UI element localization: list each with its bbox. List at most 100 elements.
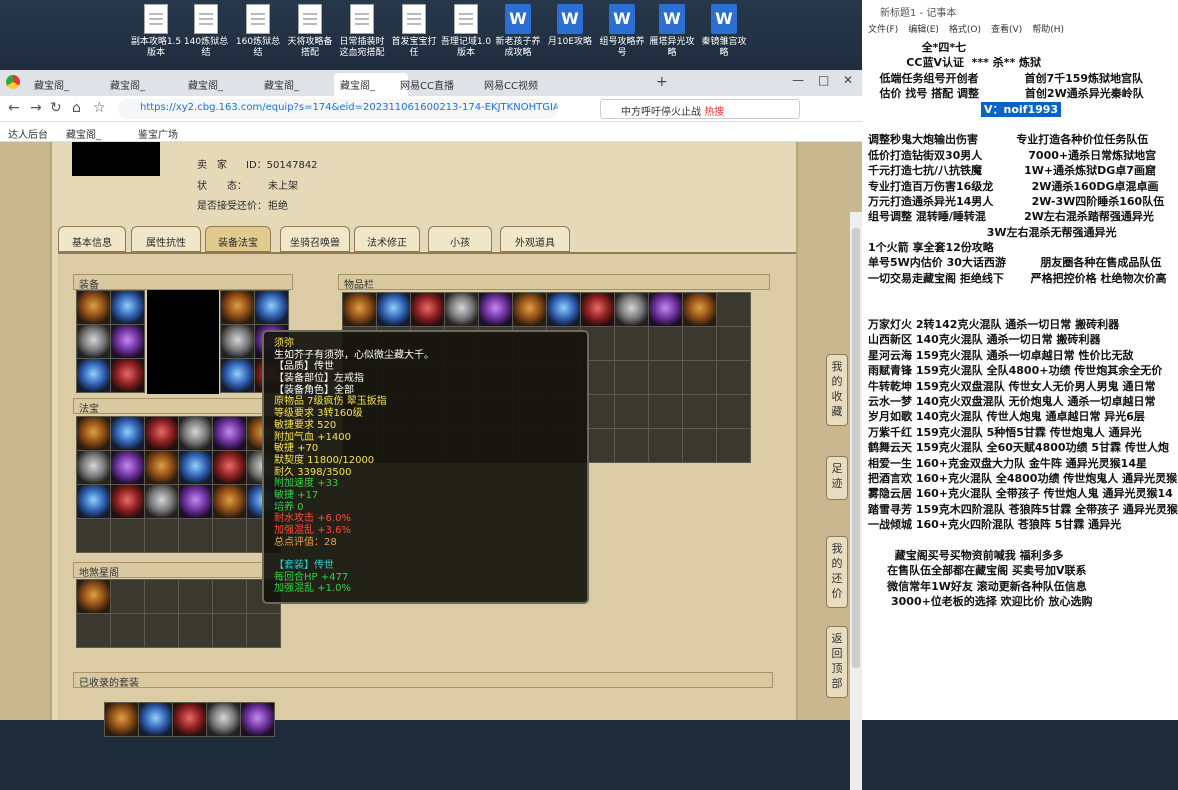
- new-tab-icon[interactable]: +: [656, 74, 668, 90]
- item-slot[interactable]: [513, 293, 546, 326]
- empty-slot[interactable]: [77, 614, 110, 647]
- side-button[interactable]: 返回顶部: [826, 626, 848, 698]
- item-slot[interactable]: [77, 325, 110, 358]
- item-slot[interactable]: [445, 293, 478, 326]
- item-slot[interactable]: [343, 293, 376, 326]
- item-slot[interactable]: [179, 417, 212, 450]
- item-slot[interactable]: [179, 451, 212, 484]
- item-slot[interactable]: [581, 293, 614, 326]
- item-slot[interactable]: [77, 580, 110, 613]
- desktop-icon[interactable]: 副本攻略1.5版本: [130, 4, 182, 59]
- empty-slot[interactable]: [717, 429, 750, 462]
- item-slot[interactable]: [145, 417, 178, 450]
- empty-slot[interactable]: [111, 614, 144, 647]
- item-slot[interactable]: [649, 293, 682, 326]
- item-slot[interactable]: [77, 417, 110, 450]
- bookmark-item[interactable]: 鉴宝广场: [138, 126, 178, 141]
- minimize-icon[interactable]: —: [792, 73, 804, 87]
- desktop-icon[interactable]: 首发宝宝打任: [388, 4, 440, 59]
- item-slot[interactable]: [377, 293, 410, 326]
- item-slot[interactable]: [213, 451, 246, 484]
- search-input[interactable]: 中方呼吁停火止战 热搜: [600, 99, 800, 119]
- notepad-menu-item[interactable]: 帮助(H): [1032, 25, 1064, 35]
- item-slot[interactable]: [479, 293, 512, 326]
- notepad-text[interactable]: 全*四*七 CC蓝V认证 *** 杀** 炼狱 低端任务组号开创者 首创7千15…: [868, 40, 1178, 609]
- item-slot[interactable]: [615, 293, 648, 326]
- empty-slot[interactable]: [213, 580, 246, 613]
- close-icon[interactable]: ✕: [843, 73, 853, 87]
- item-slot[interactable]: [111, 485, 144, 518]
- empty-slot[interactable]: [247, 614, 280, 647]
- browser-tab[interactable]: 网易CC直播: [394, 73, 478, 96]
- empty-slot[interactable]: [213, 614, 246, 647]
- empty-slot[interactable]: [179, 580, 212, 613]
- game-tab[interactable]: 属性抗性: [131, 226, 201, 252]
- desktop-icon[interactable]: 吾理记域1.0版本: [440, 4, 492, 59]
- item-slot[interactable]: [111, 359, 144, 392]
- empty-slot[interactable]: [717, 395, 750, 428]
- game-tab[interactable]: 小孩: [428, 226, 492, 252]
- desktop-icon[interactable]: W 组号攻略养号: [596, 4, 648, 59]
- desktop-icon[interactable]: W 月10E攻略: [544, 4, 596, 48]
- bookmark-item[interactable]: 藏宝阁_: [66, 126, 101, 141]
- item-slot[interactable]: [145, 451, 178, 484]
- game-tab[interactable]: 法术修正: [354, 226, 420, 252]
- scrollbar-thumb[interactable]: [852, 228, 860, 668]
- empty-slot[interactable]: [615, 327, 648, 360]
- item-slot[interactable]: [683, 293, 716, 326]
- notepad-menu-item[interactable]: 文件(F): [868, 25, 898, 35]
- item-slot[interactable]: [255, 291, 288, 324]
- browser-tab[interactable]: 藏宝阁_: [104, 73, 178, 96]
- empty-slot[interactable]: [649, 429, 682, 462]
- desktop-icon[interactable]: 140炼狱总结: [180, 4, 232, 59]
- empty-slot[interactable]: [649, 395, 682, 428]
- empty-slot[interactable]: [145, 580, 178, 613]
- back-icon[interactable]: ←: [8, 100, 20, 116]
- bookmark-item[interactable]: 达人后台: [8, 126, 48, 141]
- empty-slot[interactable]: [145, 519, 178, 552]
- desktop-icon[interactable]: 天将攻略备搭配: [284, 4, 336, 59]
- item-slot[interactable]: [221, 291, 254, 324]
- item-slot[interactable]: [77, 451, 110, 484]
- side-button[interactable]: 足迹: [826, 456, 848, 500]
- browser-tab[interactable]: 网易CC视频: [478, 73, 562, 96]
- home-icon[interactable]: ⌂: [72, 100, 81, 116]
- reload-icon[interactable]: ↻: [50, 100, 62, 116]
- item-slot[interactable]: [179, 485, 212, 518]
- desktop-icon[interactable]: W 新老孩子养成攻略: [492, 4, 544, 59]
- empty-slot[interactable]: [111, 580, 144, 613]
- item-slot[interactable]: [111, 417, 144, 450]
- item-slot[interactable]: [221, 359, 254, 392]
- game-tab[interactable]: 外观道具: [500, 226, 570, 252]
- desktop-icon[interactable]: W 雁塔异光攻略: [646, 4, 698, 59]
- forward-icon[interactable]: →: [30, 100, 42, 116]
- empty-slot[interactable]: [717, 293, 750, 326]
- scrollbar[interactable]: [850, 212, 862, 790]
- empty-slot[interactable]: [77, 519, 110, 552]
- item-slot[interactable]: [221, 325, 254, 358]
- item-slot[interactable]: [77, 291, 110, 324]
- item-slot[interactable]: [111, 325, 144, 358]
- empty-slot[interactable]: [145, 614, 178, 647]
- empty-slot[interactable]: [111, 519, 144, 552]
- browser-tab[interactable]: 藏宝阁_: [28, 73, 102, 96]
- browser-tab[interactable]: 藏宝阁_: [258, 73, 332, 96]
- maximize-icon[interactable]: □: [818, 73, 829, 87]
- empty-slot[interactable]: [649, 361, 682, 394]
- empty-slot[interactable]: [683, 361, 716, 394]
- desktop-icon[interactable]: W 秦镜雏宫攻略: [698, 4, 750, 59]
- empty-slot[interactable]: [213, 519, 246, 552]
- item-slot[interactable]: [77, 485, 110, 518]
- empty-slot[interactable]: [179, 614, 212, 647]
- item-slot[interactable]: [145, 485, 178, 518]
- notepad-menu-item[interactable]: 查看(V): [991, 25, 1022, 35]
- side-button[interactable]: 我的收藏: [826, 354, 848, 426]
- desktop-icon[interactable]: 160炼狱总结: [232, 4, 284, 59]
- item-slot[interactable]: [111, 291, 144, 324]
- url-input[interactable]: https://xy2.cbg.163.com/equip?s=174&eid=…: [118, 99, 558, 119]
- empty-slot[interactable]: [615, 429, 648, 462]
- empty-slot[interactable]: [683, 395, 716, 428]
- empty-slot[interactable]: [615, 361, 648, 394]
- empty-slot[interactable]: [717, 327, 750, 360]
- game-tab[interactable]: 基本信息: [58, 226, 126, 252]
